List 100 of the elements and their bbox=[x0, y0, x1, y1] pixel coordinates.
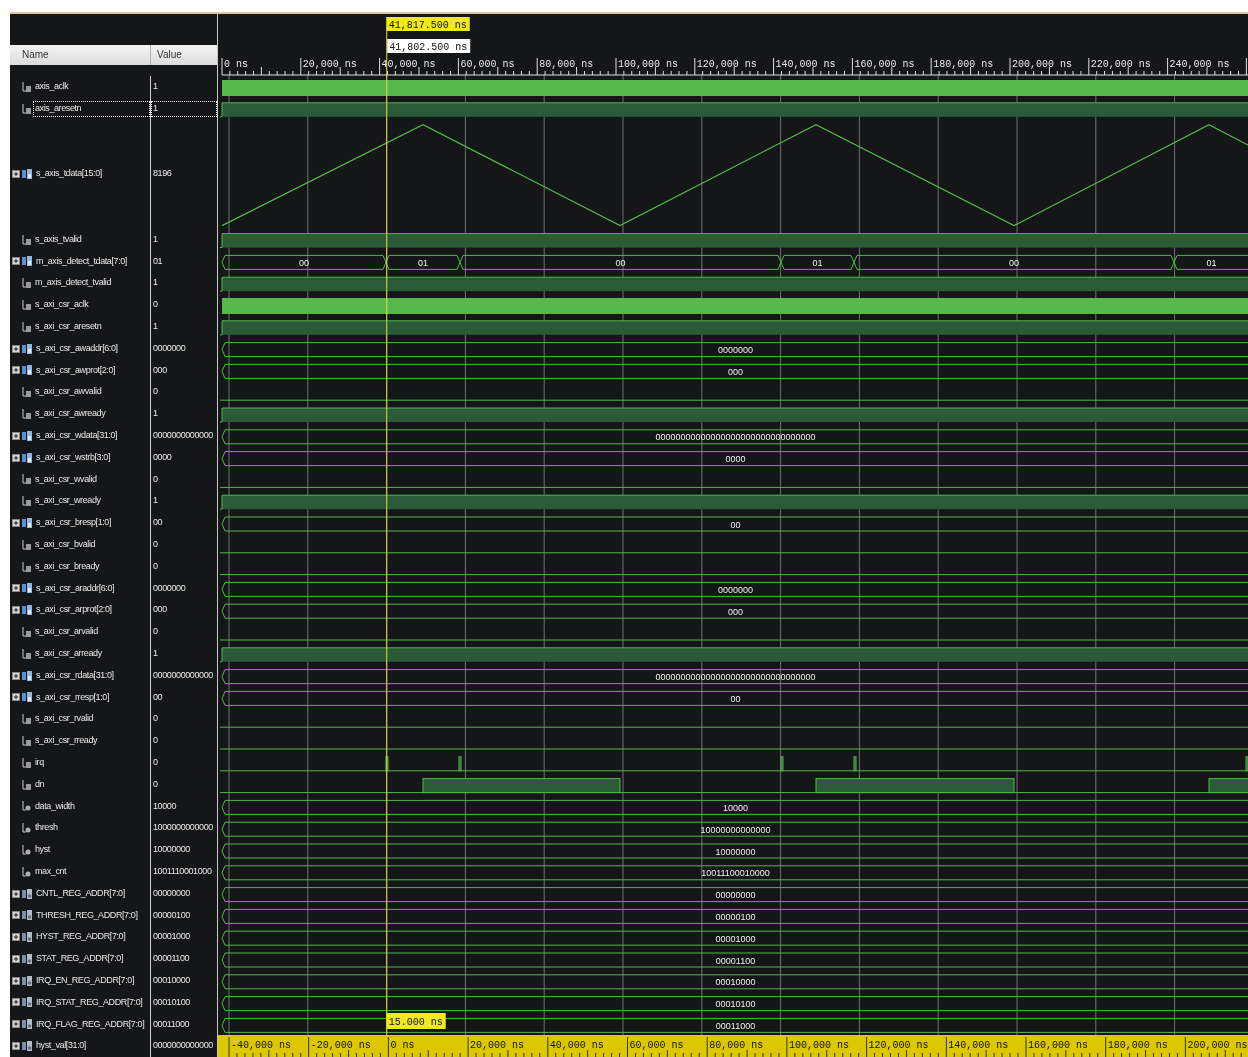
expand-icon[interactable] bbox=[12, 998, 20, 1007]
signal-name[interactable]: STAT_REG_ADDR[7:0] bbox=[34, 951, 125, 967]
signal-name[interactable]: s_axi_csr_wdata[31:0] bbox=[34, 428, 120, 444]
bus-value-label: 00 bbox=[730, 693, 741, 704]
relative-ruler-label: 20,000 ns bbox=[470, 1040, 525, 1051]
expand-icon[interactable] bbox=[12, 431, 20, 440]
signal-name[interactable]: s_axi_csr_bresp[1:0] bbox=[34, 515, 114, 531]
signal-name[interactable]: s_axis_tdata[15:0] bbox=[34, 166, 104, 182]
relative-ruler-label: 40,000 ns bbox=[549, 1040, 604, 1051]
expand-icon[interactable] bbox=[12, 693, 20, 702]
relative-ruler-label: 140,000 ns bbox=[948, 1040, 1009, 1051]
signal-name[interactable]: s_axi_csr_awvalid bbox=[33, 384, 104, 400]
signal-name[interactable]: s_axi_csr_wready bbox=[33, 493, 103, 509]
expand-icon[interactable] bbox=[12, 1020, 20, 1029]
signal-name[interactable]: s_axi_csr_bvalid bbox=[33, 537, 98, 553]
signal-value: 0 bbox=[152, 625, 159, 639]
bus-value-label: 01 bbox=[1206, 257, 1217, 268]
signal-name[interactable]: s_axi_csr_arvalid bbox=[33, 624, 100, 640]
wire-signal-icon bbox=[22, 103, 31, 114]
bus-signal-icon bbox=[22, 452, 32, 463]
relative-time-ruler[interactable] bbox=[218, 1035, 1248, 1057]
expand-icon[interactable] bbox=[12, 344, 20, 353]
wire-signal-icon bbox=[22, 496, 31, 507]
time-ruler[interactable] bbox=[221, 57, 1248, 76]
signal-name[interactable]: m_axis_detect_tvalid bbox=[33, 275, 114, 291]
signal-name[interactable]: s_axi_csr_arprot[2:0] bbox=[34, 602, 114, 618]
signal-name[interactable]: hyst_val[31:0] bbox=[34, 1038, 88, 1054]
signal-value: 000 bbox=[152, 603, 168, 617]
wire-signal-icon bbox=[22, 278, 31, 289]
bus-signal-icon bbox=[22, 583, 32, 594]
signal-name[interactable]: s_axi_csr_rvalid bbox=[33, 711, 96, 727]
signal-name[interactable]: s_axi_csr_araddr[6:0] bbox=[34, 580, 117, 597]
cursor-line[interactable] bbox=[386, 16, 388, 1036]
signal-name[interactable]: s_axis_tvalid bbox=[33, 231, 84, 248]
signal-name[interactable]: s_axi_csr_aclk bbox=[33, 297, 91, 313]
signal-name[interactable]: irq bbox=[33, 754, 46, 771]
signal-name[interactable]: s_axi_csr_rready bbox=[33, 733, 100, 749]
relative-ruler-label: 160,000 ns bbox=[1028, 1040, 1088, 1051]
expand-icon[interactable] bbox=[12, 453, 20, 462]
bus-value-label: 00 bbox=[730, 519, 741, 530]
expand-icon[interactable] bbox=[12, 889, 20, 898]
wire-signal-icon bbox=[22, 539, 31, 550]
signal-name[interactable]: s_axi_csr_rdata[31:0] bbox=[34, 667, 116, 684]
name-column-header[interactable]: Name bbox=[10, 44, 150, 66]
expand-icon[interactable] bbox=[12, 584, 20, 593]
signal-name[interactable]: axis_aclk bbox=[33, 79, 71, 95]
signal-value: 0000000000000 bbox=[152, 429, 214, 442]
expand-icon[interactable] bbox=[12, 954, 20, 963]
signal-name[interactable]: CNTL_REG_ADDR[7:0] bbox=[34, 885, 127, 902]
signal-name[interactable]: s_axi_csr_rresp[1:0] bbox=[34, 689, 112, 706]
signal-name[interactable]: dn bbox=[33, 776, 47, 793]
signal-name[interactable]: axis_aresetn bbox=[33, 101, 150, 117]
signal-value: 0 bbox=[152, 538, 159, 551]
bus-signal-icon bbox=[22, 910, 32, 921]
wire-signal-icon bbox=[22, 626, 31, 637]
time-ruler-label: 240,000 ns bbox=[1169, 59, 1230, 70]
signal-name[interactable]: s_axi_csr_arready bbox=[33, 646, 104, 662]
bus-value-label: 10000000000000 bbox=[700, 824, 771, 835]
signal-name[interactable]: THRESH_REG_ADDR[7:0] bbox=[34, 907, 140, 924]
signal-name[interactable]: s_axi_csr_wstrb[3:0] bbox=[34, 449, 113, 466]
bus-signal-icon bbox=[22, 517, 32, 528]
bus-signal-icon bbox=[22, 953, 32, 964]
value-column-header[interactable]: Value bbox=[150, 44, 217, 66]
signal-value: 1001110001000 bbox=[152, 864, 213, 878]
signal-name[interactable]: s_axi_csr_awready bbox=[33, 406, 108, 422]
expand-icon[interactable] bbox=[12, 671, 20, 680]
signal-name[interactable]: data_width bbox=[33, 798, 77, 815]
signal-name[interactable]: s_axi_csr_awaddr[6:0] bbox=[34, 340, 120, 357]
signal-name[interactable]: HYST_REG_ADDR[7:0] bbox=[34, 929, 128, 945]
signal-name[interactable]: s_axi_csr_aresetn bbox=[33, 319, 104, 335]
expand-icon[interactable] bbox=[12, 976, 20, 985]
signal-value: 0 bbox=[152, 298, 159, 312]
signal-name[interactable]: IRQ_STAT_REG_ADDR[7:0] bbox=[34, 994, 145, 1011]
signal-name[interactable]: s_axi_csr_wvalid bbox=[33, 471, 99, 488]
signal-name[interactable]: hyst bbox=[33, 842, 52, 858]
bus-value-label: 000 bbox=[728, 366, 743, 377]
signal-name[interactable]: max_cnt bbox=[33, 863, 69, 880]
expand-icon[interactable] bbox=[12, 606, 20, 615]
expand-icon[interactable] bbox=[12, 257, 20, 266]
wire-signal-icon bbox=[22, 387, 31, 398]
expand-icon[interactable] bbox=[12, 518, 20, 527]
bus-value-label: 00 bbox=[1009, 257, 1019, 268]
expand-icon[interactable] bbox=[12, 933, 20, 942]
bus-value-label: 00 bbox=[615, 257, 626, 268]
signal-name[interactable]: m_axis_detect_tdata[7:0] bbox=[34, 253, 129, 270]
expand-icon[interactable] bbox=[12, 170, 20, 179]
expand-icon[interactable] bbox=[12, 1042, 20, 1051]
signal-name[interactable]: IRQ_FLAG_REG_ADDR[7:0] bbox=[34, 1016, 147, 1033]
expand-icon[interactable] bbox=[12, 911, 20, 920]
signal-name[interactable]: thresh bbox=[33, 820, 60, 836]
wire-signal-icon bbox=[22, 82, 31, 92]
expand-icon[interactable] bbox=[12, 366, 20, 375]
signal-name[interactable]: IRQ_EN_REG_ADDR[7:0] bbox=[34, 972, 137, 989]
bus-value-label: 000 bbox=[728, 606, 743, 617]
signal-name[interactable]: s_axi_csr_awprot[2:0] bbox=[34, 362, 118, 379]
bus-value-label: 01 bbox=[812, 257, 823, 268]
signal-name[interactable]: s_axi_csr_bready bbox=[33, 558, 102, 575]
bus-value-label: 01 bbox=[418, 257, 428, 268]
signal-value: 00010000 bbox=[152, 973, 191, 987]
time-ruler-label: 0 ns bbox=[224, 59, 248, 70]
